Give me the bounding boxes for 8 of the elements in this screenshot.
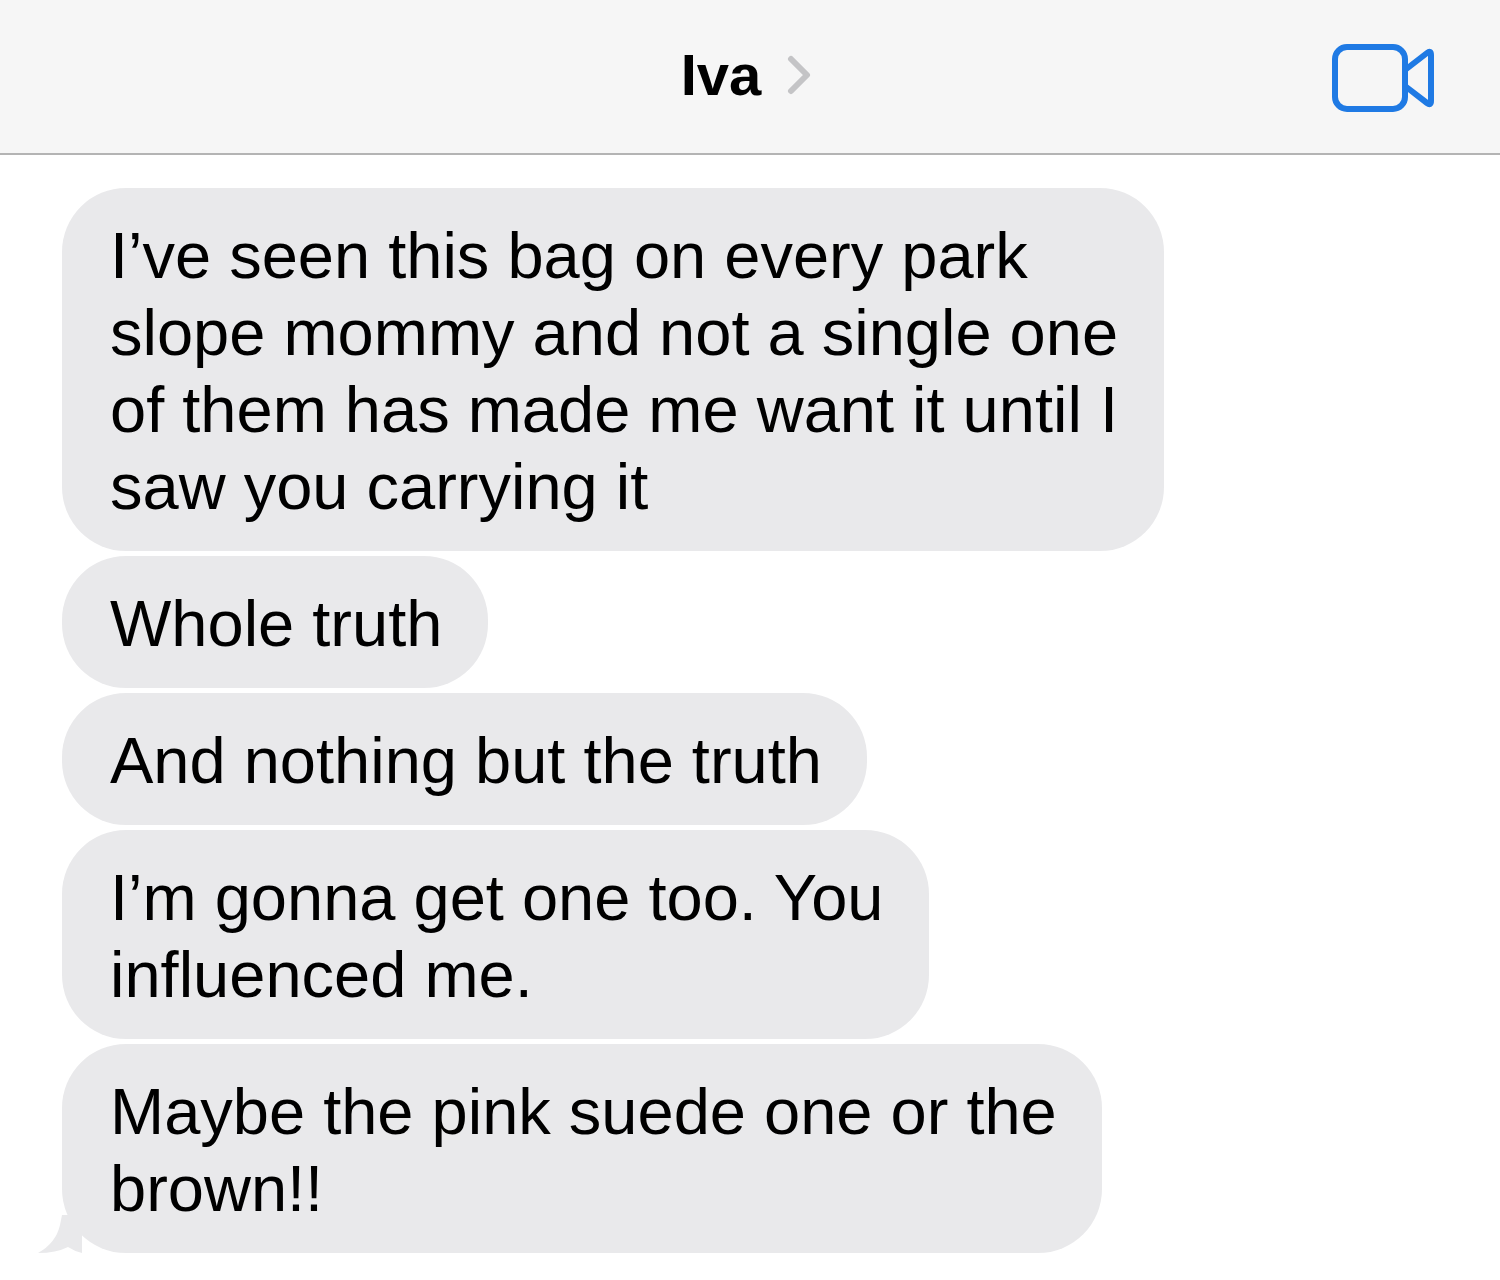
message-text: Whole truth: [110, 586, 444, 662]
contact-name-button[interactable]: Iva: [680, 45, 812, 108]
message-text: I’ve seen this bag on every park slope mommy and not a single one of them has made me want it until I saw you carrying it: [110, 218, 1120, 525]
message-text: I’m gonna get one too. You influenced me.: [110, 860, 885, 1013]
chevron-right-icon: [787, 54, 812, 95]
video-camera-icon[interactable]: [1332, 43, 1434, 112]
message-text: And nothing but the truth: [110, 723, 823, 799]
message-text: Maybe the pink suede one or the brown!!: [110, 1074, 1058, 1227]
